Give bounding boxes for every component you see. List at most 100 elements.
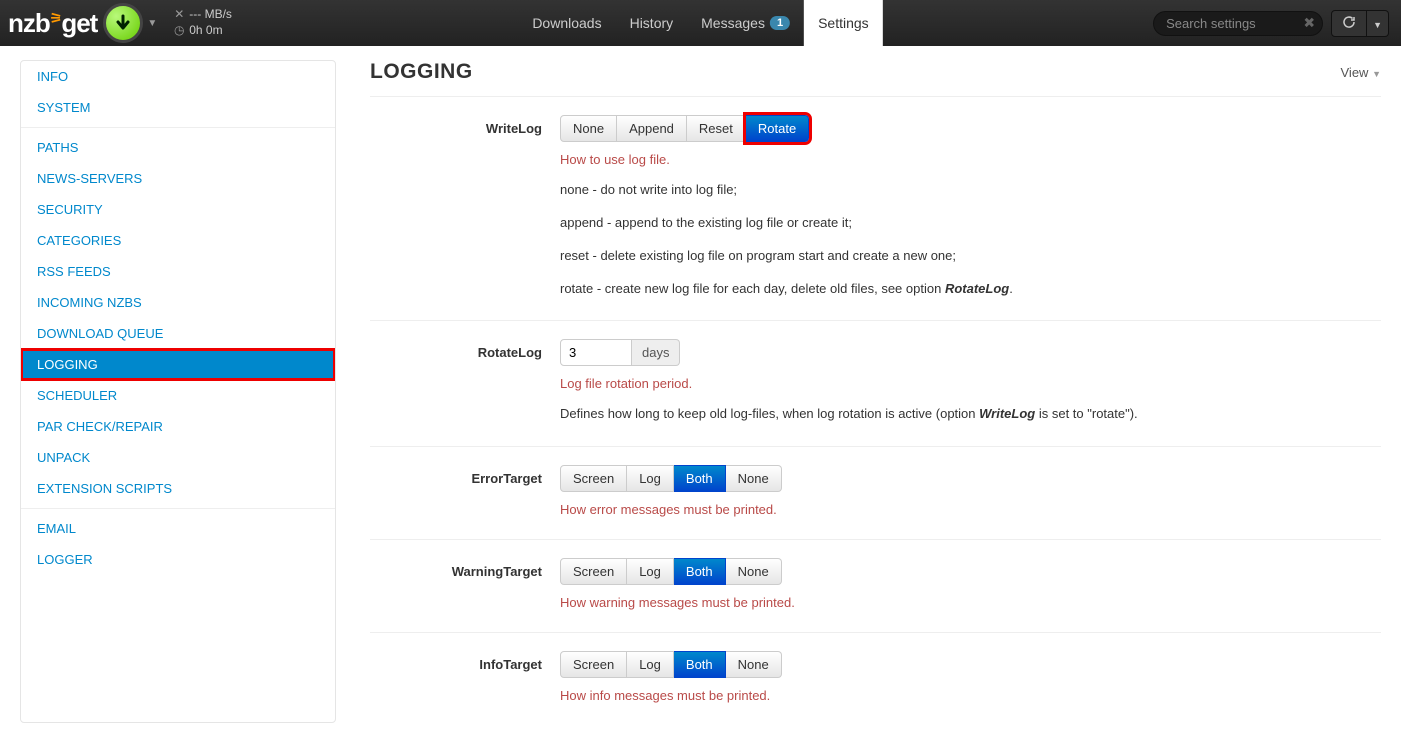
desc-line: Defines how long to keep old log-files, … <box>560 405 1381 424</box>
writelog-group-none[interactable]: None <box>560 115 617 142</box>
sidebar-item-par-check-repair[interactable]: PAR CHECK/REPAIR <box>21 411 335 442</box>
tab-history[interactable]: History <box>616 0 688 46</box>
sidebar: INFOSYSTEM PATHSNEWS-SERVERSSECURITYCATEG… <box>20 60 336 723</box>
label-warningtarget: WarningTarget <box>370 558 560 610</box>
sidebar-item-categories[interactable]: CATEGORIES <box>21 225 335 256</box>
refresh-button[interactable] <box>1331 10 1367 37</box>
logo-z: z <box>23 8 35 38</box>
sidebar-item-info[interactable]: INFO <box>21 61 335 92</box>
infotarget-btn-group: ScreenLogBothNone <box>560 651 782 678</box>
infotarget-group-both[interactable]: Both <box>674 651 726 678</box>
page-title: LOGGING <box>370 60 473 84</box>
logo[interactable]: nzb⚞get <box>8 8 97 39</box>
control-warningtarget: ScreenLogBothNone How warning messages m… <box>560 558 1381 610</box>
desc-text: . <box>1009 281 1013 296</box>
errortarget-group-none[interactable]: None <box>726 465 782 492</box>
writelog-btn-group: NoneAppendResetRotate <box>560 115 809 142</box>
warningtarget-group-both[interactable]: Both <box>674 558 726 585</box>
row-rotatelog: RotateLog days Log file rotation period.… <box>370 339 1381 447</box>
view-button[interactable]: View ▼ <box>1341 65 1382 80</box>
errortarget-help-link[interactable]: How error messages must be printed. <box>560 502 1381 517</box>
logo-get: get <box>61 8 97 38</box>
writelog-desc: none - do not write into log file; appen… <box>560 181 1381 298</box>
errortarget-btn-group: ScreenLogBothNone <box>560 465 782 492</box>
sidebar-item-email[interactable]: EMAIL <box>21 508 335 544</box>
search-clear-icon[interactable]: ✖ <box>1303 15 1315 32</box>
sidebar-item-unpack[interactable]: UNPACK <box>21 442 335 473</box>
main: LOGGING View ▼ WriteLog NoneAppendResetR… <box>370 60 1381 723</box>
rotatelog-input[interactable] <box>560 339 632 366</box>
play-button[interactable] <box>103 3 143 43</box>
sidebar-item-logger[interactable]: LOGGER <box>21 544 335 575</box>
logo-area: nzb⚞get ▼ <box>0 3 161 43</box>
desc-text: Defines how long to keep old log-files, … <box>560 406 979 421</box>
desc-text: rotate - create new log file for each da… <box>560 281 945 296</box>
control-infotarget: ScreenLogBothNone How info messages must… <box>560 651 1381 703</box>
label-errortarget: ErrorTarget <box>370 465 560 517</box>
desc-line: none - do not write into log file; <box>560 181 1381 200</box>
control-rotatelog: days Log file rotation period. Defines h… <box>560 339 1381 424</box>
refresh-dropdown[interactable]: ▼ <box>1367 10 1389 37</box>
infotarget-help-link[interactable]: How info messages must be printed. <box>560 688 1381 703</box>
sidebar-item-logging[interactable]: LOGGING <box>21 349 335 380</box>
tab-settings[interactable]: Settings <box>804 0 883 46</box>
option-ref: RotateLog <box>945 281 1009 296</box>
warningtarget-group-none[interactable]: None <box>726 558 782 585</box>
wifi-icon: ⚞ <box>50 10 62 26</box>
sidebar-item-incoming-nzbs[interactable]: INCOMING NZBS <box>21 287 335 318</box>
search-input[interactable] <box>1153 11 1323 36</box>
sidebar-item-paths[interactable]: PATHS <box>21 127 335 163</box>
writelog-group-reset[interactable]: Reset <box>687 115 746 142</box>
label-writelog: WriteLog <box>370 115 560 298</box>
infotarget-group-log[interactable]: Log <box>627 651 674 678</box>
control-writelog: NoneAppendResetRotate How to use log fil… <box>560 115 1381 298</box>
rotatelog-unit: days <box>632 339 680 366</box>
sidebar-item-system[interactable]: SYSTEM <box>21 92 335 123</box>
sidebar-item-download-queue[interactable]: DOWNLOAD QUEUE <box>21 318 335 349</box>
errortarget-group-screen[interactable]: Screen <box>560 465 627 492</box>
top-right: ✖ ▼ <box>1153 10 1401 37</box>
topbar: nzb⚞get ▼ ✕--- MB/s ◷0h 0m Downloads His… <box>0 0 1401 46</box>
infotarget-group-none[interactable]: None <box>726 651 782 678</box>
caret-down-icon: ▼ <box>1373 20 1382 30</box>
desc-line: reset - delete existing log file on prog… <box>560 247 1381 266</box>
infotarget-group-screen[interactable]: Screen <box>560 651 627 678</box>
desc-text: is set to "rotate"). <box>1035 406 1137 421</box>
warningtarget-btn-group: ScreenLogBothNone <box>560 558 782 585</box>
caret-down-icon: ▼ <box>1372 69 1381 79</box>
main-header: LOGGING View ▼ <box>370 60 1381 97</box>
warningtarget-group-log[interactable]: Log <box>627 558 674 585</box>
messages-badge: 1 <box>770 16 790 30</box>
caret-down-icon[interactable]: ▼ <box>147 18 157 29</box>
tab-label: Settings <box>818 15 869 31</box>
sidebar-item-rss-feeds[interactable]: RSS FEEDS <box>21 256 335 287</box>
sidebar-item-security[interactable]: SECURITY <box>21 194 335 225</box>
writelog-group-append[interactable]: Append <box>617 115 687 142</box>
sidebar-item-extension-scripts[interactable]: EXTENSION SCRIPTS <box>21 473 335 504</box>
writelog-help-link[interactable]: How to use log file. <box>560 152 1381 167</box>
sidebar-item-scheduler[interactable]: SCHEDULER <box>21 380 335 411</box>
sidebar-item-news-servers[interactable]: NEWS-SERVERS <box>21 163 335 194</box>
label-rotatelog: RotateLog <box>370 339 560 424</box>
container: INFOSYSTEM PATHSNEWS-SERVERSSECURITYCATEG… <box>0 46 1401 737</box>
rotatelog-input-group: days <box>560 339 680 366</box>
desc-line: rotate - create new log file for each da… <box>560 280 1381 299</box>
warningtarget-group-screen[interactable]: Screen <box>560 558 627 585</box>
label-infotarget: InfoTarget <box>370 651 560 703</box>
logo-n: n <box>8 8 23 38</box>
writelog-group-rotate[interactable]: Rotate <box>746 115 809 142</box>
errortarget-group-log[interactable]: Log <box>627 465 674 492</box>
search-box: ✖ <box>1153 11 1323 36</box>
download-arrow-icon <box>114 14 132 32</box>
desc-line: append - append to the existing log file… <box>560 214 1381 233</box>
warningtarget-help-link[interactable]: How warning messages must be printed. <box>560 595 1381 610</box>
tab-label: Downloads <box>532 15 601 31</box>
errortarget-group-both[interactable]: Both <box>674 465 726 492</box>
tab-messages[interactable]: Messages1 <box>687 0 804 46</box>
tab-downloads[interactable]: Downloads <box>518 0 615 46</box>
time-value: 0h 0m <box>189 23 222 39</box>
row-errortarget: ErrorTarget ScreenLogBothNone How error … <box>370 465 1381 540</box>
tab-label: History <box>630 15 674 31</box>
rotatelog-help-link[interactable]: Log file rotation period. <box>560 376 1381 391</box>
refresh-group: ▼ <box>1331 10 1389 37</box>
